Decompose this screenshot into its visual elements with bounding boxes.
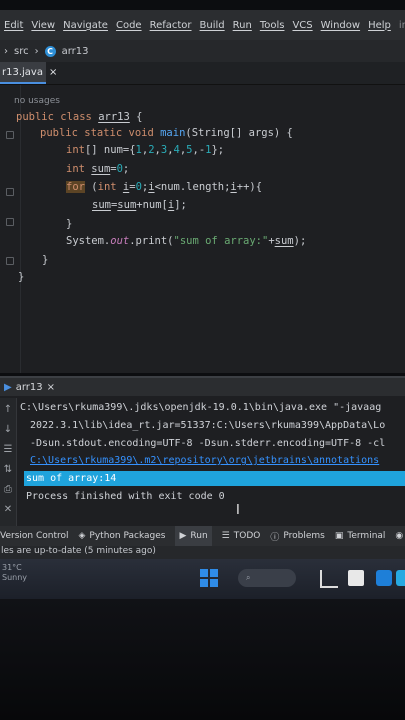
menu-navigate[interactable]: Navigate xyxy=(63,20,108,31)
services-icon: ◉ xyxy=(395,531,404,541)
taskbar-search[interactable]: ⌕ xyxy=(238,569,296,587)
text-cursor-icon: I xyxy=(236,503,240,518)
todo-button[interactable]: ☰ TODO xyxy=(222,531,261,541)
code-line-9: } xyxy=(42,254,49,266)
tab-label: r13.java xyxy=(2,66,43,78)
code-line-7: } xyxy=(66,218,73,230)
sort-icon[interactable]: ⇅ xyxy=(2,464,14,476)
code-line-10: } xyxy=(18,271,25,283)
file-explorer-icon[interactable] xyxy=(348,570,364,586)
menu-help[interactable]: Help xyxy=(368,20,391,31)
menu-view[interactable]: View xyxy=(31,20,55,31)
run-tool-window: ▶ arr13 × ↑ ↓ ☰ ⇅ ⎙ ✕ C:\Users\rkuma399\… xyxy=(0,376,405,526)
console-line: C:\Users\rkuma399\.jdks\openjdk-19.0.1\b… xyxy=(20,402,382,413)
menu-tools[interactable]: Tools xyxy=(260,20,285,31)
play-icon: ▶ xyxy=(179,531,187,541)
tool-window-bar: Version Control ◈ Python Packages ▶ Run ☰ T… xyxy=(0,526,405,546)
java-class-icon: C xyxy=(44,45,56,57)
code-line-3: int[] num={1,2,3,4,5,-1}; xyxy=(66,144,225,156)
services-button[interactable]: ◉S xyxy=(395,531,405,541)
edge-icon[interactable] xyxy=(376,570,392,586)
console-result-line: sum of array:14 xyxy=(26,473,117,484)
trash-icon[interactable]: ✕ xyxy=(2,504,14,516)
console-line: 2022.3.1\lib\idea_rt.jar=51337:C:\Users\… xyxy=(30,420,386,431)
code-line-4: int sum=0; xyxy=(66,163,130,175)
soft-wrap-icon[interactable]: ☰ xyxy=(2,444,14,456)
usages-hint: no usages xyxy=(14,96,60,106)
breadcrumb: › src › C arr13 xyxy=(0,40,405,62)
run-config-icon: ▶ xyxy=(4,381,12,393)
terminal-button[interactable]: ▣ Terminal xyxy=(335,531,386,541)
chevron-right-icon: › xyxy=(4,45,8,57)
code-line-2: public static void main(String[] args) { xyxy=(40,127,293,139)
fold-icon[interactable] xyxy=(6,131,14,139)
run-tab-header: ▶ arr13 × xyxy=(0,378,405,396)
windows-start-icon[interactable] xyxy=(200,569,218,587)
code-editor[interactable]: no usages public class arr13 { public st… xyxy=(0,85,405,373)
editor-tabs: r13.java × xyxy=(0,62,405,85)
console-exit-line: Process finished with exit code 0 xyxy=(26,491,225,502)
console-link[interactable]: C:\Users\rkuma399\.m2\repository\org\jet… xyxy=(30,455,379,466)
chevron-right-icon: › xyxy=(34,45,39,57)
arrow-up-icon[interactable]: ↑ xyxy=(2,404,14,416)
close-icon[interactable]: × xyxy=(49,67,57,78)
version-control-button[interactable]: Version Control xyxy=(0,531,69,541)
menu-refactor[interactable]: Refactor xyxy=(150,20,192,31)
print-icon[interactable]: ⎙ xyxy=(2,484,14,496)
laptop-bezel xyxy=(0,599,405,720)
terminal-icon: ▣ xyxy=(334,531,344,541)
run-side-toolbar: ↑ ↓ ☰ ⇅ ⎙ ✕ xyxy=(0,398,17,526)
tab-arr13-java[interactable]: r13.java × xyxy=(0,62,57,84)
layers-icon: ◈ xyxy=(78,531,86,541)
fold-icon[interactable] xyxy=(6,257,14,265)
editor-gutter xyxy=(0,85,21,373)
run-tab-label[interactable]: arr13 xyxy=(16,382,43,393)
code-line-5: for (int i=0;i<num.length;i++){ xyxy=(66,181,263,193)
python-packages-button[interactable]: ◈ Python Packages xyxy=(79,531,166,541)
breadcrumb-file[interactable]: arr13 xyxy=(62,46,89,57)
run-button[interactable]: ▶ Run xyxy=(175,526,212,546)
menu-run[interactable]: Run xyxy=(233,20,252,31)
info-icon: ⓘ xyxy=(270,532,280,543)
fold-icon[interactable] xyxy=(6,188,14,196)
menu-edit[interactable]: Edit xyxy=(4,20,23,31)
code-line-1: public class arr13 { xyxy=(16,111,143,123)
problems-button[interactable]: ⓘ Problems xyxy=(270,530,325,543)
console-line: -Dsun.stdout.encoding=UTF-8 -Dsun.stderr… xyxy=(30,438,386,449)
close-icon[interactable]: × xyxy=(47,382,55,393)
menu-build[interactable]: Build xyxy=(200,20,225,31)
arrow-down-icon[interactable]: ↓ xyxy=(2,424,14,436)
code-line-8: System.out.print("sum of array:"+sum); xyxy=(66,235,307,247)
menu-overflow: in xyxy=(398,19,405,31)
main-menu-bar: Edit View Navigate Code Refactor Build R… xyxy=(0,10,405,40)
os-taskbar: 31°C Sunny ⌕ xyxy=(0,559,405,599)
breadcrumb-src[interactable]: src xyxy=(14,46,29,57)
store-icon[interactable] xyxy=(396,570,405,586)
menu-code[interactable]: Code xyxy=(116,20,142,31)
list-icon: ☰ xyxy=(221,531,230,541)
weather-widget[interactable]: 31°C Sunny xyxy=(2,563,27,583)
status-bar: les are up-to-date (5 minutes ago) xyxy=(0,546,405,559)
code-line-6: sum=sum+num[i]; xyxy=(92,199,187,211)
fold-icon[interactable] xyxy=(6,218,14,226)
menu-window[interactable]: Window xyxy=(321,20,360,31)
menu-vcs[interactable]: VCS xyxy=(292,20,312,31)
task-view-icon[interactable] xyxy=(320,570,338,588)
